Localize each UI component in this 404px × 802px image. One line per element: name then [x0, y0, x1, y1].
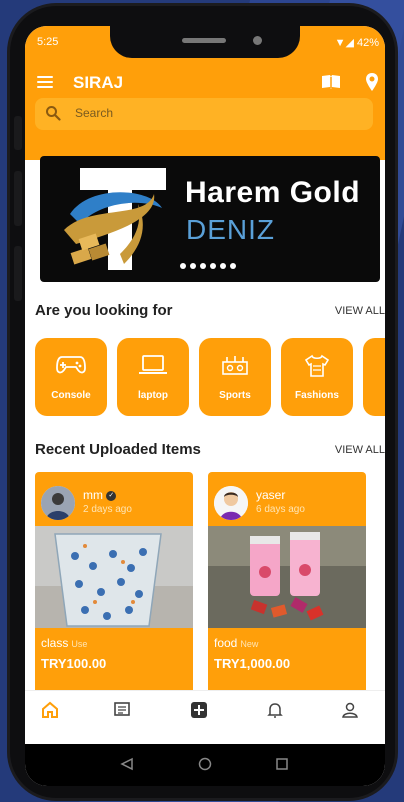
add-icon[interactable] [190, 701, 208, 719]
status-time: 5:25 [37, 36, 59, 48]
laptop-icon [139, 355, 167, 374]
item-card[interactable]: yaser 6 days ago food New TRY1,000.00 [208, 472, 366, 716]
category-laptop[interactable]: laptop [117, 338, 189, 416]
item-photo [208, 526, 366, 628]
home-icon[interactable] [41, 701, 59, 719]
item-photo [35, 526, 193, 628]
profile-icon[interactable] [341, 701, 359, 719]
categories-title: Are you looking for [35, 302, 173, 319]
more-icon [384, 354, 385, 378]
menu-icon[interactable] [37, 76, 53, 88]
chat-icon[interactable] [113, 701, 131, 719]
verified-icon: ✓ [106, 490, 117, 501]
category-console[interactable]: Console [35, 338, 107, 416]
category-more[interactable]: M [363, 338, 385, 416]
item-price: TRY1,000.00 [214, 656, 291, 671]
phone-side-button [14, 246, 22, 301]
app-title: SIRAJ [73, 73, 124, 92]
banner-title: Harem Gold [185, 176, 361, 209]
item-user: mm ✓ [83, 488, 117, 502]
banner-logo-icon [64, 168, 166, 270]
item-name: food New [214, 636, 259, 650]
category-sports[interactable]: Sports [199, 338, 271, 416]
avatar [41, 486, 75, 520]
phone-notch [110, 26, 300, 58]
categories-header: Are you looking for VIEW ALL [25, 302, 385, 322]
location-pin-icon[interactable] [365, 72, 379, 92]
system-nav-bar [25, 744, 385, 786]
category-label: Fashions [295, 390, 339, 401]
recent-header: Recent Uploaded Items VIEW ALL [25, 441, 385, 461]
recent-view-all[interactable]: VIEW ALL [335, 444, 385, 456]
recent-title: Recent Uploaded Items [35, 441, 201, 458]
item-price: TRY100.00 [41, 656, 107, 671]
book-icon[interactable] [321, 74, 341, 90]
banner-subtitle: DENIZ [186, 214, 275, 245]
category-label: M [363, 390, 385, 401]
item-name: class Use [41, 636, 88, 650]
sports-icon [222, 356, 248, 375]
category-list: Console laptop Sports Fashions [35, 338, 385, 418]
search-icon [46, 106, 61, 121]
app-screen: 5:25 ▼◢ 42% SIRAJ Search Harem Gold DENI… [25, 26, 385, 786]
user-photo-icon [41, 486, 75, 520]
category-label: Console [51, 390, 91, 401]
nav-home-icon[interactable] [198, 757, 212, 771]
search-placeholder: Search [75, 106, 114, 120]
item-time: 6 days ago [256, 504, 305, 515]
banner-pagination [180, 256, 240, 274]
phone-side-button [14, 116, 22, 150]
avatar [214, 486, 248, 520]
promo-banner[interactable]: Harem Gold DENIZ [40, 156, 380, 282]
categories-view-all[interactable]: VIEW ALL [335, 305, 385, 317]
status-battery: ▼◢ 42% [334, 37, 379, 49]
user-avatar-icon [214, 486, 248, 520]
gamepad-icon [56, 356, 86, 374]
nav-back-icon[interactable] [120, 757, 134, 771]
nav-recents-icon[interactable] [275, 757, 289, 771]
item-user: yaser [256, 488, 286, 502]
phone-side-button [14, 171, 22, 226]
search-input[interactable]: Search [35, 98, 373, 130]
bell-icon[interactable] [266, 701, 284, 719]
category-label: Sports [219, 390, 251, 401]
item-card[interactable]: mm ✓ 2 days ago class Use TRY100.00 [35, 472, 193, 716]
shirt-icon [304, 354, 330, 377]
bottom-tab-bar [25, 690, 385, 737]
item-time: 2 days ago [83, 504, 132, 515]
category-label: laptop [138, 390, 168, 401]
category-fashions[interactable]: Fashions [281, 338, 353, 416]
